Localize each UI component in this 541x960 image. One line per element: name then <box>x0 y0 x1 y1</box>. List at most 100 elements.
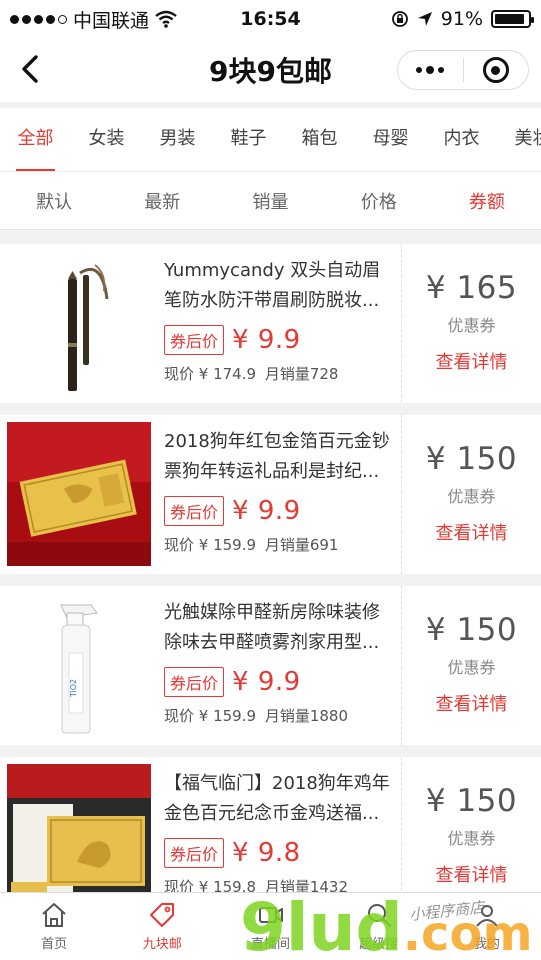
product-meta: 现价 ¥ 159.9 月销量691 <box>164 534 391 555</box>
tab-label: 九块邮 <box>142 937 182 952</box>
product-image-spray-bottle[interactable]: TiO2 <box>7 593 151 737</box>
product-image-gold-note[interactable] <box>7 764 151 892</box>
more-dots-icon <box>416 66 445 74</box>
category-tab-all[interactable]: 全部 <box>0 108 71 171</box>
category-tabs: 全部 女装 男装 鞋子 箱包 母婴 内衣 美妆 <box>0 108 541 172</box>
monthly-sales: 月销量1880 <box>264 707 348 725</box>
view-details-link[interactable]: 查看详情 <box>436 348 508 374</box>
coupon-amount: ¥ 150 <box>425 612 518 648</box>
sort-price[interactable]: 价格 <box>325 188 433 214</box>
category-tab-beauty[interactable]: 美妆 <box>497 108 541 171</box>
rotation-lock-icon <box>391 11 408 27</box>
target-icon <box>482 57 509 83</box>
monthly-sales: 月销量728 <box>264 365 339 383</box>
more-button[interactable] <box>398 51 463 89</box>
svg-text:TiO2: TiO2 <box>69 679 78 698</box>
video-icon <box>258 907 283 923</box>
sort-tabs: 默认 最新 销量 价格 券额 <box>0 172 541 230</box>
price-row: 券后价 ¥ 9.9 <box>164 325 391 355</box>
coupon-label: 优惠券 <box>447 658 496 677</box>
tab-home[interactable]: 首页 <box>0 893 108 960</box>
coupon-amount: ¥ 165 <box>425 270 518 306</box>
location-icon <box>417 12 432 26</box>
sort-default[interactable]: 默认 <box>0 188 108 214</box>
tab-mine[interactable]: 我的 <box>433 893 541 960</box>
product-title[interactable]: 光触媒除甲醛新房除味装修除味去甲醛喷雾剂家用型... <box>164 598 391 658</box>
tab-nine-yuan[interactable]: 九块邮 <box>108 893 216 960</box>
product-info: 光触媒除甲醛新房除味装修除味去甲醛喷雾剂家用型... 券后价 ¥ 9.9 现价 … <box>151 586 391 745</box>
product-title[interactable]: 2018狗年红包金箔百元金钞票狗年转运礼品利是封纪... <box>164 427 391 487</box>
product-info: 2018狗年红包金箔百元金钞票狗年转运礼品利是封纪... 券后价 ¥ 9.9 现… <box>151 415 391 574</box>
tab-super-search[interactable]: 超级搜 <box>325 893 433 960</box>
product-image-eyebrow-pencil[interactable] <box>7 251 151 395</box>
carrier-name: 中国联通 <box>73 9 150 32</box>
chevron-left-icon <box>22 55 38 83</box>
after-coupon-tag: 券后价 <box>164 667 225 697</box>
tab-label: 首页 <box>41 937 68 952</box>
status-left: 中国联通 <box>10 6 177 33</box>
mini-program-capsule <box>397 50 529 90</box>
product-card[interactable]: Yummycandy 双头自动眉笔防水防汗带眉刷防脱妆... 券后价 ¥ 9.9… <box>0 244 541 403</box>
home-icon <box>42 903 66 927</box>
back-button[interactable] <box>14 52 48 86</box>
after-coupon-tag: 券后价 <box>164 325 225 355</box>
view-details-link[interactable]: 查看详情 <box>436 519 508 545</box>
view-details-link[interactable]: 查看详情 <box>436 861 508 887</box>
product-card[interactable]: TiO2 光触媒除甲醛新房除味装修除味去甲醛喷雾剂家用型... 券后价 ¥ 9.… <box>0 586 541 745</box>
product-list: Yummycandy 双头自动眉笔防水防汗带眉刷防脱妆... 券后价 ¥ 9.9… <box>0 244 541 892</box>
status-bar: 中国联通 16:54 91% <box>0 0 541 38</box>
after-coupon-price: ¥ 9.9 <box>232 667 301 697</box>
coupon-amount: ¥ 150 <box>425 441 518 477</box>
price-row: 券后价 ¥ 9.9 <box>164 496 391 526</box>
tab-label: 直播间 <box>251 937 291 952</box>
signal-strength-icon <box>10 14 67 24</box>
search-icon <box>367 904 391 928</box>
after-coupon-price: ¥ 9.9 <box>232 496 301 526</box>
category-tab-men[interactable]: 男装 <box>142 108 213 171</box>
product-image-red-envelope[interactable] <box>7 422 151 566</box>
coupon-column: ¥ 150 优惠券 查看详情 <box>401 586 541 745</box>
tab-label: 我的 <box>473 937 500 952</box>
coupon-label: 优惠券 <box>447 316 496 335</box>
sort-sales[interactable]: 销量 <box>216 188 324 214</box>
product-title[interactable]: 【福气临门】2018狗年鸡年金色百元纪念币金鸡送福... <box>164 769 391 829</box>
product-title[interactable]: Yummycandy 双头自动眉笔防水防汗带眉刷防脱妆... <box>164 256 391 316</box>
monthly-sales: 月销量691 <box>264 536 339 554</box>
tag-icon <box>150 903 175 927</box>
status-right: 91% <box>391 8 534 30</box>
category-tab-bags[interactable]: 箱包 <box>284 108 355 171</box>
view-details-link[interactable]: 查看详情 <box>436 690 508 716</box>
after-coupon-price: ¥ 9.8 <box>232 838 301 868</box>
price-row: 券后价 ¥ 9.8 <box>164 838 391 868</box>
monthly-sales: 月销量1432 <box>264 878 348 892</box>
current-price: 现价 ¥ 174.9 <box>164 365 257 383</box>
tab-live-room[interactable]: 直播间 <box>216 893 324 960</box>
coupon-column: ¥ 165 优惠券 查看详情 <box>401 244 541 403</box>
nav-bar: 9块9包邮 <box>0 38 541 102</box>
battery-percent: 91% <box>440 8 483 30</box>
after-coupon-tag: 券后价 <box>164 496 225 526</box>
product-info: Yummycandy 双头自动眉笔防水防汗带眉刷防脱妆... 券后价 ¥ 9.9… <box>151 244 391 403</box>
product-meta: 现价 ¥ 159.8 月销量1432 <box>164 876 391 892</box>
coupon-column: ¥ 150 优惠券 查看详情 <box>401 415 541 574</box>
after-coupon-price: ¥ 9.9 <box>232 325 301 355</box>
sort-newest[interactable]: 最新 <box>108 188 216 214</box>
close-mini-program-button[interactable] <box>464 51 529 89</box>
coupon-label: 优惠券 <box>447 829 496 848</box>
current-price: 现价 ¥ 159.9 <box>164 536 257 554</box>
product-card[interactable]: 2018狗年红包金箔百元金钞票狗年转运礼品利是封纪... 券后价 ¥ 9.9 现… <box>0 415 541 574</box>
product-card[interactable]: 【福气临门】2018狗年鸡年金色百元纪念币金鸡送福... 券后价 ¥ 9.8 现… <box>0 757 541 892</box>
after-coupon-tag: 券后价 <box>164 838 225 868</box>
category-tab-shoes[interactable]: 鞋子 <box>213 108 284 171</box>
product-info: 【福气临门】2018狗年鸡年金色百元纪念币金鸡送福... 券后价 ¥ 9.8 现… <box>151 757 391 892</box>
category-tab-baby[interactable]: 母婴 <box>355 108 426 171</box>
user-icon <box>476 905 498 927</box>
sort-coupon-amount[interactable]: 券额 <box>433 188 541 214</box>
coupon-amount: ¥ 150 <box>425 783 518 819</box>
category-tab-underwear[interactable]: 内衣 <box>426 108 497 171</box>
price-row: 券后价 ¥ 9.9 <box>164 667 391 697</box>
category-tab-women[interactable]: 女装 <box>71 108 142 171</box>
battery-icon <box>491 10 534 28</box>
current-price: 现价 ¥ 159.9 <box>164 707 257 725</box>
page-title: 9块9包邮 <box>209 55 332 88</box>
